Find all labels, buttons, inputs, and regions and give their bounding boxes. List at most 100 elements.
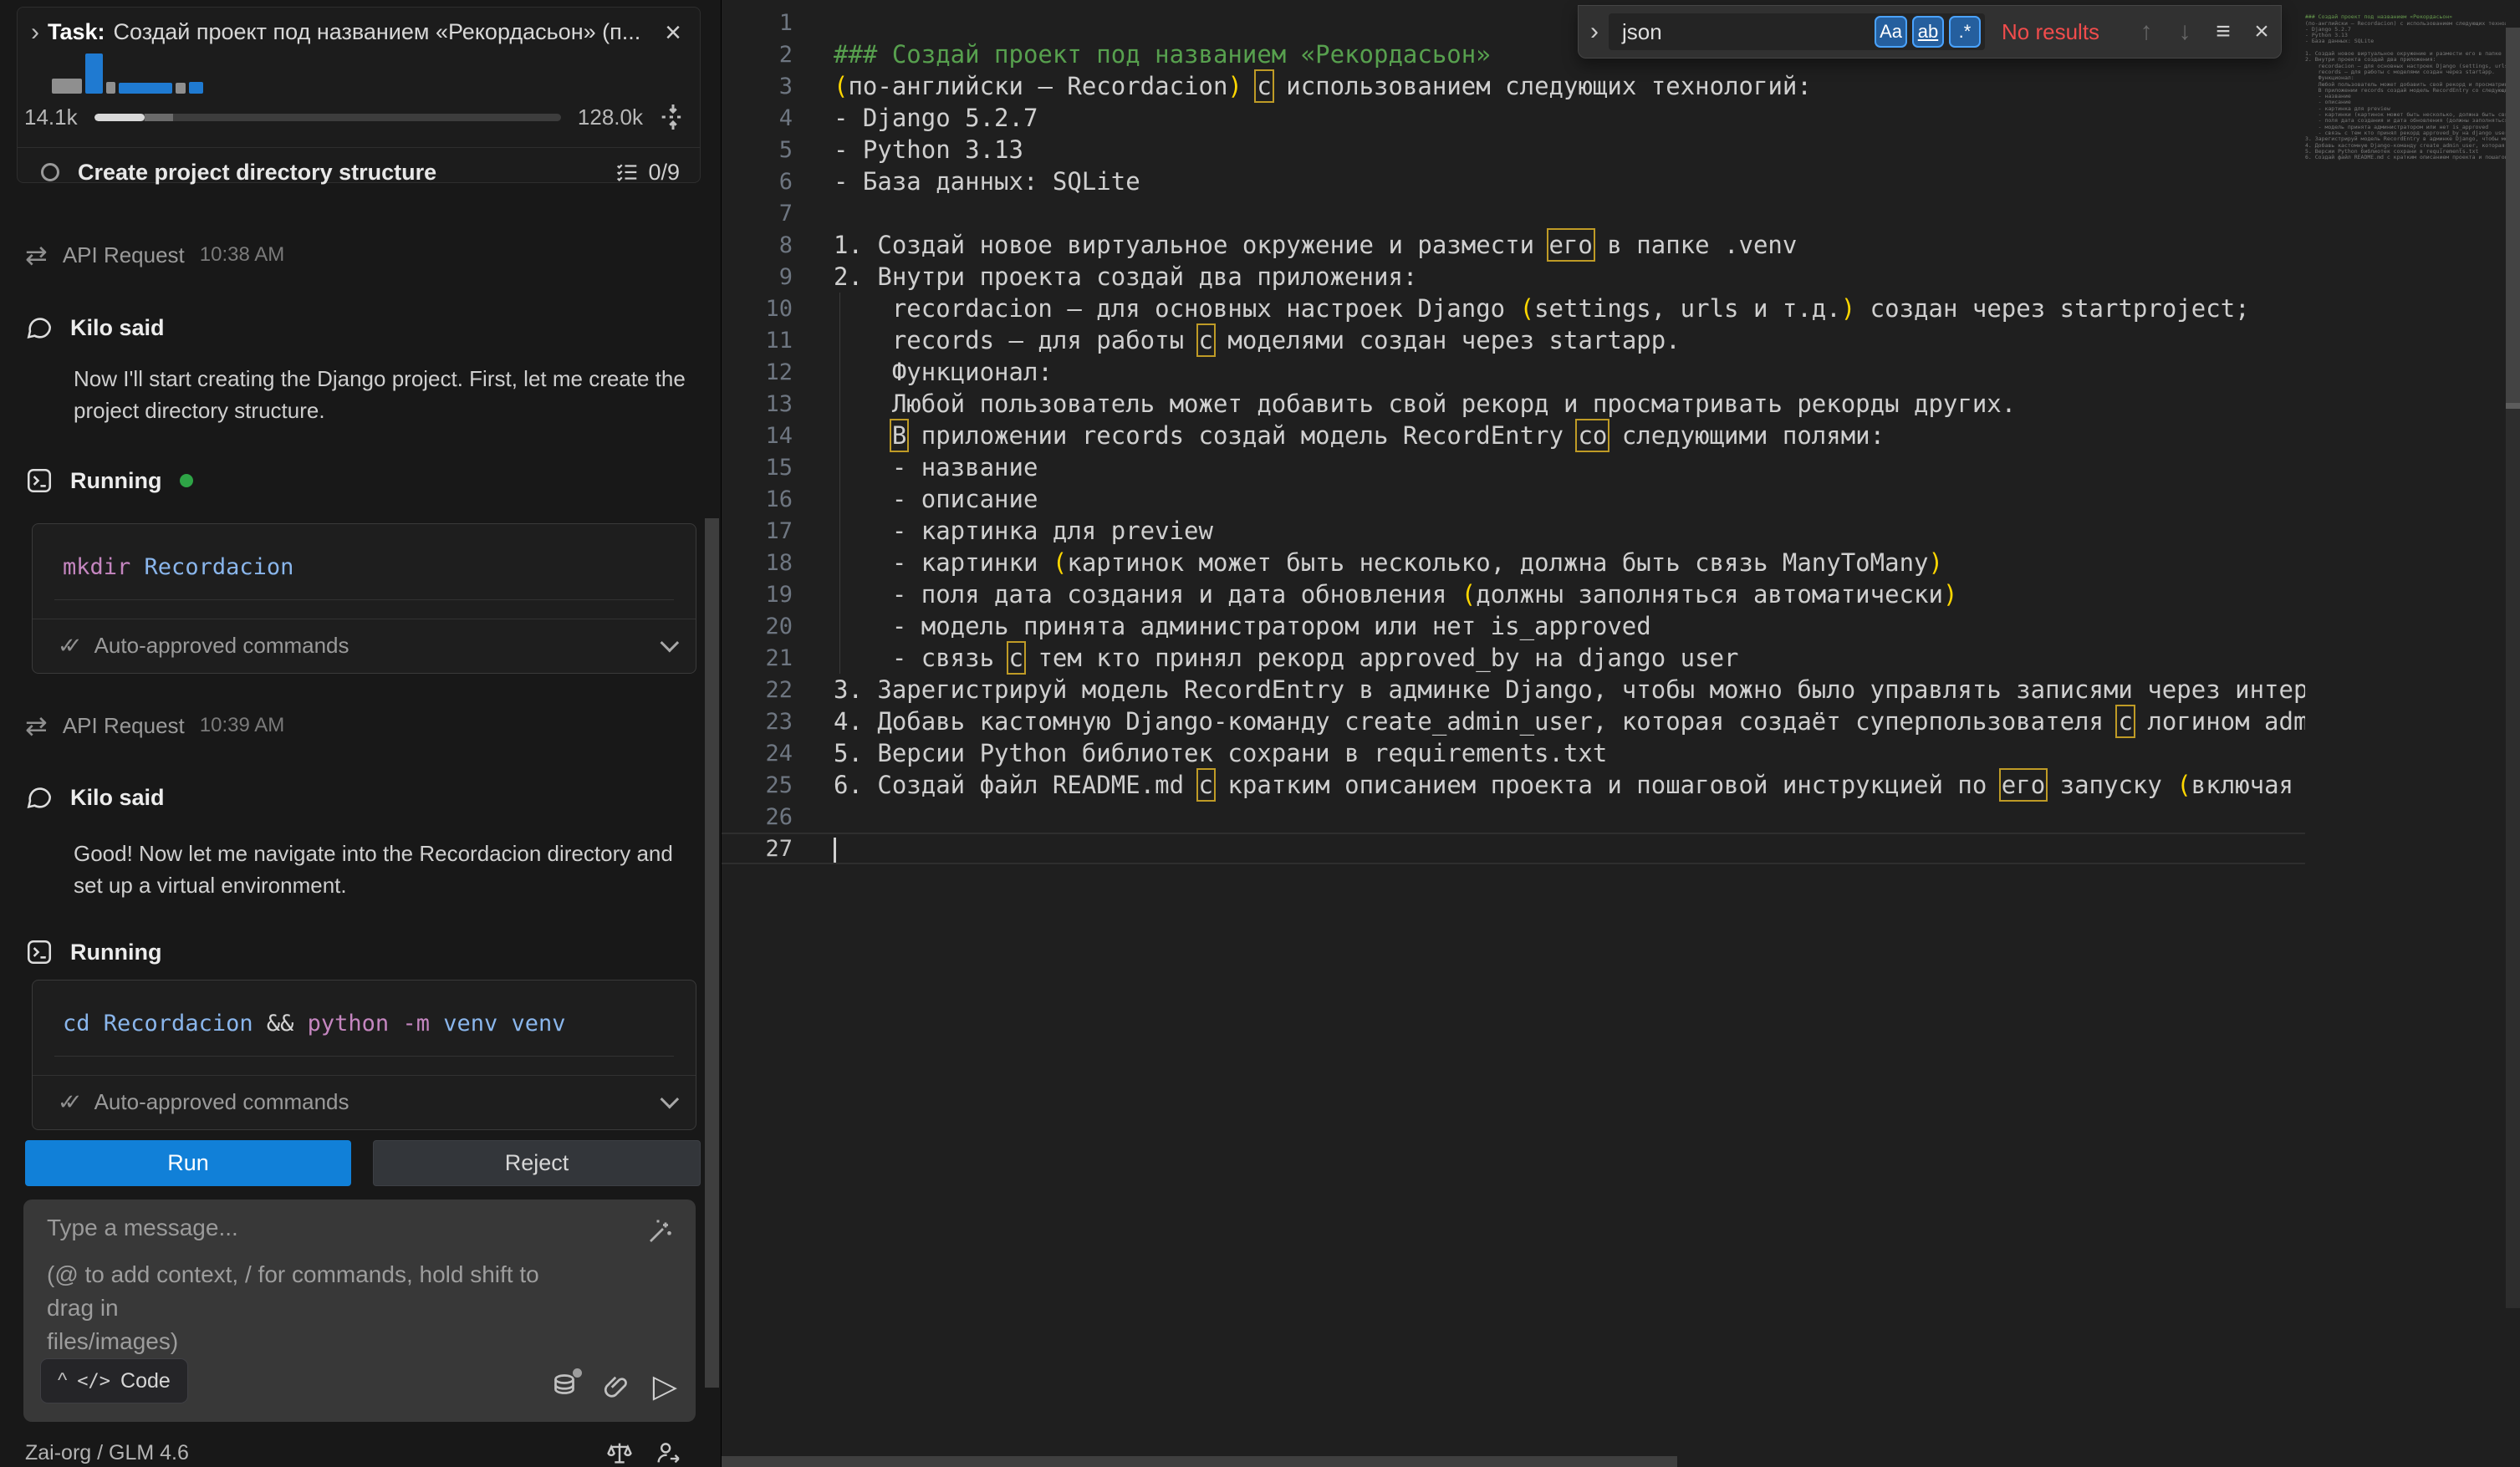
context-database-icon[interactable] <box>549 1372 579 1402</box>
find-in-selection-icon[interactable]: ≡ <box>2204 18 2242 46</box>
editor-line[interactable]: 6- База данных: SQLite <box>722 166 2305 197</box>
editor-line[interactable]: 21 - связь с тем кто принял рекорд appro… <box>722 642 2305 674</box>
code-text: - модель принята администратором или нет… <box>834 612 1651 640</box>
minimap[interactable]: ### Создай проект под названием «Рекорда… <box>2305 8 2506 761</box>
line-content[interactable]: 6. Создай файл README.md с кратким описа… <box>793 771 2305 799</box>
line-content[interactable]: 3. Зарегистрируй модель RecordEntry в ад… <box>793 675 2305 704</box>
editor-line[interactable]: 92. Внутри проекта создай два приложения… <box>722 261 2305 293</box>
line-content[interactable]: - Python 3.13 <box>793 135 1023 164</box>
line-content[interactable]: records — для работы с моделями создан ч… <box>793 326 1681 354</box>
editor-line[interactable]: 223. Зарегистрируй модель RecordEntry в … <box>722 674 2305 705</box>
vertical-scrollbar-track[interactable] <box>2506 409 2520 1308</box>
running-status-dot <box>180 474 193 487</box>
match-case-toggle[interactable]: Aa <box>1875 16 1907 48</box>
toggle-replace-chevron-icon[interactable]: › <box>1579 18 1609 46</box>
chevron-down-icon[interactable] <box>661 1090 680 1109</box>
chevron-down-icon[interactable] <box>661 634 680 653</box>
editor-line[interactable]: 13 Любой пользователь может добавить сво… <box>722 388 2305 420</box>
line-number: 23 <box>722 709 793 735</box>
whole-word-toggle[interactable]: ab <box>1912 16 1944 48</box>
close-task-icon[interactable]: × <box>661 20 685 45</box>
editor-line[interactable]: 7 <box>722 197 2305 229</box>
editor-line[interactable]: 19 - поля дата создания и дата обновлени… <box>722 578 2305 610</box>
line-number: 17 <box>722 518 793 544</box>
editor-line[interactable]: 256. Создай файл README.md с кратким опи… <box>722 769 2305 801</box>
command-text[interactable]: cd Recordacion && python -m venv venv <box>33 981 696 1056</box>
editor-line[interactable]: 3(по-английски — Recordacion) с использо… <box>722 70 2305 102</box>
line-content[interactable]: - связь с тем кто принял рекорд approved… <box>793 644 1739 672</box>
previous-match-icon[interactable]: ↑ <box>2127 18 2165 46</box>
model-selector[interactable]: Zai-org / GLM 4.6 <box>25 1441 605 1465</box>
task-header[interactable]: › Task: Создай проект под названием «Рек… <box>18 8 700 48</box>
context-bar <box>85 53 103 94</box>
message-composer[interactable]: Type a message... (@ to add context, / f… <box>23 1200 696 1422</box>
editor-line[interactable]: 20 - модель принята администратором или … <box>722 610 2305 642</box>
line-content[interactable]: - База данных: SQLite <box>793 167 1140 196</box>
reject-button[interactable]: Reject <box>373 1140 701 1186</box>
line-content[interactable]: 5. Версии Python библиотек сохрани в req… <box>793 739 1607 767</box>
vertical-scrollbar-thumb[interactable] <box>2506 28 2520 410</box>
mode-selector[interactable]: ^ </> Code <box>40 1358 188 1403</box>
editor-line[interactable]: 12 Функционал: <box>722 356 2305 388</box>
line-content[interactable] <box>793 834 836 863</box>
close-find-icon[interactable]: × <box>2242 18 2281 46</box>
editor-lines[interactable]: 12### Создай проект под названием «Рекор… <box>722 7 2305 864</box>
line-content[interactable]: - поля дата создания и дата обновления (… <box>793 580 1957 609</box>
send-icon[interactable]: ▷ <box>653 1373 677 1401</box>
editor-line[interactable]: 27 <box>722 833 2305 864</box>
line-content[interactable]: В приложении records создай модель Recor… <box>793 421 1885 450</box>
code-text: - поля дата создания и дата обновления <box>834 580 1461 609</box>
line-content[interactable]: - название <box>793 453 1038 481</box>
api-request-row[interactable]: ⇄ API Request 10:39 AM <box>25 711 701 740</box>
line-content[interactable]: (по-английски — Recordacion) с использов… <box>793 72 1812 100</box>
editor-line[interactable]: 10 recordacion — для основных настроек D… <box>722 293 2305 324</box>
command-text[interactable]: mkdir Recordacion <box>33 524 696 599</box>
chevron-right-icon[interactable]: › <box>31 20 39 45</box>
line-content[interactable]: - картинка для preview <box>793 517 1213 545</box>
line-content[interactable]: 4. Добавь кастомную Django-команду creat… <box>793 707 2305 736</box>
editor-line[interactable]: 234. Добавь кастомную Django-команду cre… <box>722 705 2305 737</box>
line-content[interactable]: 1. Создай новое виртуальное окружение и … <box>793 231 1797 259</box>
editor-line[interactable]: 81. Создай новое виртуальное окружение и… <box>722 229 2305 261</box>
sidebar-scrollbar[interactable] <box>705 518 719 1388</box>
message-input-placeholder[interactable]: Type a message... <box>47 1215 238 1241</box>
condense-context-icon[interactable] <box>655 99 691 135</box>
editor-line[interactable]: 16 - описание <box>722 483 2305 515</box>
horizontal-scrollbar-thumb[interactable] <box>722 1456 1677 1467</box>
run-button[interactable]: Run <box>25 1140 351 1186</box>
api-request-row[interactable]: ⇄ API Request 10:38 AM <box>25 241 701 269</box>
next-match-icon[interactable]: ↓ <box>2165 18 2204 46</box>
editor-line[interactable]: 245. Версии Python библиотек сохрани в r… <box>722 737 2305 769</box>
auto-approved-row[interactable]: ✓✓ Auto-approved commands <box>33 619 696 671</box>
auto-approved-row[interactable]: ✓✓ Auto-approved commands <box>33 1076 696 1128</box>
code-editor[interactable]: 12### Создай проект под названием «Рекор… <box>721 0 2520 1467</box>
line-content[interactable]: - Django 5.2.7 <box>793 104 1038 132</box>
line-content[interactable]: ### Создай проект под названием «Рекорда… <box>793 40 1491 69</box>
line-content[interactable]: Функционал: <box>793 358 1053 386</box>
editor-line[interactable]: 14 В приложении records создай модель Re… <box>722 420 2305 451</box>
compare-scale-icon[interactable] <box>605 1439 634 1467</box>
attach-file-icon[interactable] <box>601 1372 631 1402</box>
line-content[interactable]: Любой пользователь может добавить свой р… <box>793 390 2016 418</box>
profile-feedback-icon[interactable] <box>654 1439 682 1467</box>
badge-dot <box>573 1368 582 1378</box>
composer-hint: (@ to add context, / for commands, hold … <box>47 1258 582 1358</box>
editor-line[interactable]: 4- Django 5.2.7 <box>722 102 2305 134</box>
regex-toggle[interactable]: .* <box>1949 16 1981 48</box>
editor-line[interactable]: 11 records — для работы с моделями созда… <box>722 324 2305 356</box>
line-content[interactable]: recordacion — для основных настроек Djan… <box>793 294 2250 323</box>
line-content[interactable]: - картинки (картинок может быть нескольк… <box>793 548 1943 577</box>
line-content[interactable]: - модель принята администратором или нет… <box>793 612 1651 640</box>
editor-line[interactable]: 17 - картинка для preview <box>722 515 2305 547</box>
line-content[interactable]: - описание <box>793 485 1038 513</box>
editor-line[interactable]: 26 <box>722 801 2305 833</box>
editor-line[interactable]: 18 - картинки (картинок может быть неско… <box>722 547 2305 578</box>
todo-row[interactable]: Create project directory structure 0/9 <box>18 148 700 196</box>
find-query[interactable]: json <box>1622 19 1875 45</box>
line-number: 1 <box>722 10 793 36</box>
editor-line[interactable]: 5- Python 3.13 <box>722 134 2305 166</box>
line-content[interactable]: 2. Внутри проекта создай два приложения: <box>793 262 1417 291</box>
enhance-prompt-icon[interactable] <box>645 1216 676 1246</box>
editor-line[interactable]: 15 - название <box>722 451 2305 483</box>
find-input[interactable]: json Aa ab .* <box>1609 13 1985 50</box>
